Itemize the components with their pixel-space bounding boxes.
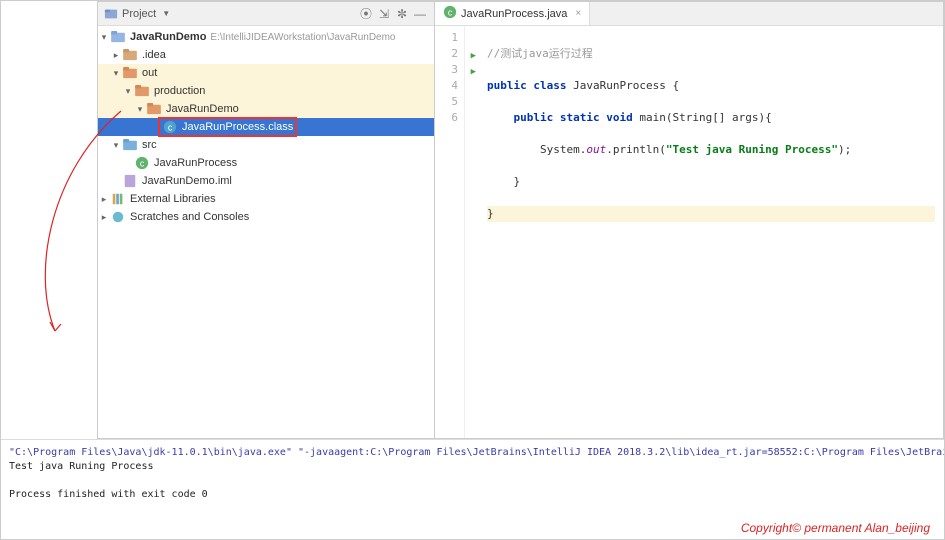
- tree-node-src[interactable]: ▾ src: [98, 136, 434, 154]
- svg-text:c: c: [140, 159, 145, 169]
- gear-icon[interactable]: ✼: [394, 6, 410, 22]
- tree-root-label: JavaRunDemo: [130, 31, 206, 43]
- java-class-icon: c: [134, 155, 150, 171]
- code-content[interactable]: //测试java运行过程 public class JavaRunProcess…: [465, 26, 943, 438]
- svg-text:c: c: [168, 123, 173, 133]
- module-icon: [110, 29, 126, 45]
- project-tool-window: Project ▼ ⦿ ⇲ ✼ — ▾ JavaRunDemo E:\Intel…: [97, 1, 435, 439]
- tree-node-label: Scratches and Consoles: [130, 211, 249, 223]
- source-folder-icon: [122, 137, 138, 153]
- tree-node-src-class[interactable]: c JavaRunProcess: [98, 154, 434, 172]
- tree-node-label: JavaRunProcess: [154, 157, 237, 169]
- hide-panel-icon[interactable]: —: [412, 6, 428, 22]
- tree-node-label: JavaRunDemo.iml: [142, 175, 232, 187]
- tree-node-label: JavaRunDemo: [166, 103, 239, 115]
- console-command-line: "C:\Program Files\Java\jdk-11.0.1\bin\ja…: [9, 446, 936, 460]
- tree-root[interactable]: ▾ JavaRunDemo E:\IntelliJIDEAWorkstation…: [98, 28, 434, 46]
- tree-node-label: production: [154, 85, 205, 97]
- tree-node-label: out: [142, 67, 157, 79]
- project-icon: [104, 7, 118, 21]
- close-tab-icon[interactable]: ×: [575, 8, 581, 19]
- project-panel-label: Project: [122, 8, 156, 20]
- line-number-gutter: 1 2▶ 3▶ 4 5 6: [435, 26, 465, 438]
- out-folder-icon: [122, 65, 138, 81]
- tree-node-label: src: [142, 139, 157, 151]
- out-folder-icon: [134, 83, 150, 99]
- library-icon: [110, 191, 126, 207]
- out-folder-icon: [146, 101, 162, 117]
- tree-node-scratches[interactable]: ▸ Scratches and Consoles: [98, 208, 434, 226]
- tree-node-class-file[interactable]: c JavaRunProcess.class: [98, 118, 434, 136]
- project-panel-title[interactable]: Project ▼: [104, 7, 170, 21]
- tree-node-idea[interactable]: ▸ .idea: [98, 46, 434, 64]
- collapse-all-icon[interactable]: ⇲: [376, 6, 392, 22]
- run-gutter-icon[interactable]: ▶: [471, 64, 476, 80]
- editor-tab-label: JavaRunProcess.java: [461, 8, 567, 20]
- java-file-icon: c: [443, 5, 457, 22]
- tree-node-external-libs[interactable]: ▸ External Libraries: [98, 190, 434, 208]
- copyright-watermark: Copyright© permanent Alan_beijing: [741, 521, 930, 535]
- project-tree[interactable]: ▾ JavaRunDemo E:\IntelliJIDEAWorkstation…: [98, 26, 434, 438]
- tree-root-path: E:\IntelliJIDEAWorkstation\JavaRunDemo: [210, 32, 395, 43]
- run-gutter-icon[interactable]: ▶: [471, 48, 476, 64]
- tree-node-module-out[interactable]: ▾ JavaRunDemo: [98, 100, 434, 118]
- class-file-icon: c: [162, 119, 178, 135]
- scratches-icon: [110, 209, 126, 225]
- console-output-line: Test java Runing Process: [9, 460, 936, 474]
- folder-icon: [122, 47, 138, 63]
- svg-text:c: c: [448, 8, 453, 18]
- tree-node-production[interactable]: ▾ production: [98, 82, 434, 100]
- project-panel-header: Project ▼ ⦿ ⇲ ✼ —: [98, 2, 434, 26]
- tree-node-out[interactable]: ▾ out: [98, 64, 434, 82]
- tree-node-label: External Libraries: [130, 193, 216, 205]
- tree-node-label: JavaRunProcess.class: [182, 121, 293, 133]
- editor-area: c JavaRunProcess.java × 1 2▶ 3▶ 4 5 6 //…: [435, 1, 944, 439]
- dropdown-arrow-icon: ▼: [162, 9, 170, 18]
- editor-tab[interactable]: c JavaRunProcess.java ×: [435, 2, 590, 25]
- iml-file-icon: [122, 173, 138, 189]
- code-editor[interactable]: 1 2▶ 3▶ 4 5 6 //测试java运行过程 public class …: [435, 26, 943, 438]
- tree-node-iml[interactable]: JavaRunDemo.iml: [98, 172, 434, 190]
- editor-tab-bar: c JavaRunProcess.java ×: [435, 2, 943, 26]
- locate-icon[interactable]: ⦿: [358, 6, 374, 22]
- console-exit-line: Process finished with exit code 0: [9, 488, 936, 502]
- tree-node-label: .idea: [142, 49, 166, 61]
